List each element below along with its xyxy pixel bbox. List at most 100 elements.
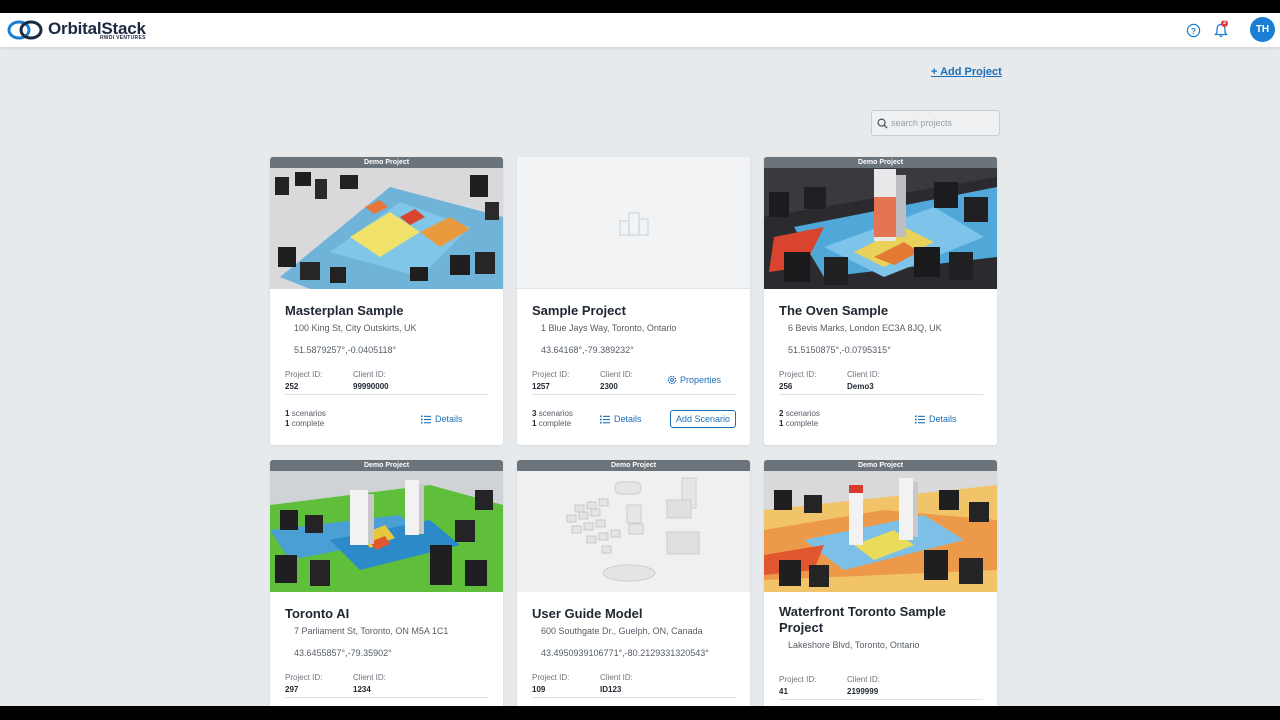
project-thumbnail[interactable]: Demo Project [270, 157, 503, 289]
search-projects-input[interactable] [891, 118, 991, 128]
client-id-label: Client ID: [847, 675, 880, 684]
scenario-count: 2 [779, 409, 784, 418]
project-id-label: Project ID: [532, 370, 570, 379]
project-id-value: 41 [779, 687, 788, 696]
notification-badge: 2 [1221, 20, 1228, 27]
project-ids: Project ID: 256 Client ID: Demo3 [779, 370, 983, 395]
details-label: Details [435, 414, 463, 424]
scenario-summary: 2 scenarios 1 complete [779, 409, 847, 429]
project-coordinates: 43.64168°,-79.389232° [541, 345, 634, 355]
project-card-sample-project[interactable]: Sample Project 1 Blue Jays Way, Toronto,… [517, 157, 750, 445]
client-id-label: Client ID: [353, 370, 386, 379]
project-id-label: Project ID: [285, 673, 323, 682]
demo-project-band: Demo Project [270, 460, 503, 471]
project-ids: Project ID: 41 Client ID: 2199999 [779, 675, 983, 700]
project-title[interactable]: Masterplan Sample [285, 303, 489, 319]
project-card-user-guide-model[interactable]: Demo Project User Guide Model 600 Southg… [517, 460, 750, 706]
complete-label: complete [785, 419, 819, 428]
client-id-label: Client ID: [600, 673, 633, 682]
complete-count: 1 [532, 419, 537, 428]
project-coordinates: 51.5150875°,-0.0795315° [788, 345, 891, 355]
client-id-value: 1234 [353, 685, 371, 694]
scenario-count: 1 [285, 409, 290, 418]
list-icon [600, 415, 610, 423]
buildings-placeholder-icon [618, 211, 649, 236]
demo-project-band: Demo Project [517, 460, 750, 471]
project-id-label: Project ID: [779, 370, 817, 379]
project-card-masterplan-sample[interactable]: Demo Project Masterplan Sample 100 King … [270, 157, 503, 445]
help-icon[interactable]: ? [1185, 22, 1201, 38]
project-coordinates: 43.4950939106771°,-80.2129331320543° [541, 648, 709, 658]
project-address: 600 Southgate Dr., Guelph, ON, Canada [541, 626, 703, 636]
project-id-value: 252 [285, 382, 299, 391]
project-card-toronto-ai[interactable]: Demo Project Toronto AI 7 Parliament St,… [270, 460, 503, 706]
project-title[interactable]: The Oven Sample [779, 303, 983, 319]
gear-icon [667, 375, 677, 385]
properties-label: Properties [680, 375, 722, 385]
project-thumbnail[interactable]: Demo Project [517, 460, 750, 592]
add-project-link[interactable]: + Add Project [931, 66, 1002, 78]
project-thumbnail[interactable]: Demo Project [764, 157, 997, 289]
project-id-value: 109 [532, 685, 546, 694]
demo-project-band: Demo Project [270, 157, 503, 168]
project-address: 6 Bevis Marks, London EC3A 8JQ, UK [788, 323, 942, 333]
card-footer: 3 scenarios 1 complete Details Add Scena… [532, 407, 736, 431]
project-title[interactable]: Waterfront Toronto Sample Project [779, 604, 983, 636]
project-ids: Project ID: 252 Client ID: 99990000 [285, 370, 489, 395]
project-address: 1 Blue Jays Way, Toronto, Ontario [541, 323, 677, 333]
project-ids: Project ID: 297 Client ID: 1234 [285, 673, 489, 698]
demo-project-band: Demo Project [764, 460, 997, 471]
project-address: 100 King St, City Outskirts, UK [294, 323, 417, 333]
orbitalstack-logo[interactable]: OrbitalStack RWDI VENTURES [6, 17, 146, 43]
client-id-value: Demo3 [847, 382, 874, 391]
project-title[interactable]: Toronto AI [285, 606, 489, 622]
project-thumbnail[interactable]: Demo Project [764, 460, 997, 592]
scenarios-label: scenarios [291, 409, 326, 418]
scenario-summary: 3 scenarios 1 complete [532, 409, 600, 429]
scenario-count: 3 [532, 409, 537, 418]
scenario-summary: 1 scenarios 1 complete [285, 409, 353, 429]
list-icon [915, 415, 925, 423]
scenarios-label: scenarios [785, 409, 820, 418]
project-title[interactable]: User Guide Model [532, 606, 736, 622]
project-id-value: 256 [779, 382, 793, 391]
project-address: Lakeshore Blvd, Toronto, Ontario [788, 640, 920, 650]
search-box [871, 110, 1000, 136]
client-id-label: Client ID: [600, 370, 633, 379]
complete-label: complete [538, 419, 572, 428]
demo-project-band: Demo Project [764, 157, 997, 168]
project-id-value: 297 [285, 685, 299, 694]
project-id-label: Project ID: [779, 675, 817, 684]
project-thumbnail[interactable]: Demo Project [270, 460, 503, 592]
client-id-value: 2199999 [847, 687, 879, 696]
complete-count: 1 [779, 419, 784, 428]
app-viewport: OrbitalStack RWDI VENTURES ? 2 TH + Add … [0, 13, 1280, 706]
project-address: 7 Parliament St, Toronto, ON M5A 1C1 [294, 626, 449, 636]
details-button[interactable]: Details [915, 414, 957, 424]
user-avatar[interactable]: TH [1250, 17, 1275, 42]
details-label: Details [614, 414, 642, 424]
complete-label: complete [291, 419, 325, 428]
top-header: OrbitalStack RWDI VENTURES ? 2 TH [0, 13, 1280, 47]
project-id-value: 1257 [532, 382, 550, 391]
add-scenario-button[interactable]: Add Scenario [669, 410, 736, 428]
project-thumbnail-placeholder[interactable] [517, 157, 750, 289]
client-id-label: Client ID: [847, 370, 880, 379]
list-icon [421, 415, 431, 423]
project-coordinates: 51.5879257°,-0.0405118° [294, 345, 397, 355]
logo-name: OrbitalStack [48, 18, 146, 38]
project-title[interactable]: Sample Project [532, 303, 736, 319]
project-coordinates: 43.6455857°,-79.35902° [294, 648, 392, 658]
details-button[interactable]: Details [600, 414, 642, 424]
project-id-label: Project ID: [285, 370, 323, 379]
svg-text:?: ? [1190, 25, 1195, 35]
search-icon [877, 118, 888, 129]
client-id-value: 2300 [600, 382, 618, 391]
scenarios-label: scenarios [538, 409, 573, 418]
video-frame-bottom [0, 706, 1280, 720]
properties-button[interactable]: Properties [667, 375, 721, 385]
project-card-the-oven-sample[interactable]: Demo Project The Oven Sample 6 Bevis Mar… [764, 157, 997, 445]
project-card-waterfront-toronto-sample-project[interactable]: Demo Project Waterfront Toronto Sample P… [764, 460, 997, 706]
details-button[interactable]: Details [421, 414, 463, 424]
card-footer: 1 scenarios 1 complete Details [285, 407, 489, 431]
